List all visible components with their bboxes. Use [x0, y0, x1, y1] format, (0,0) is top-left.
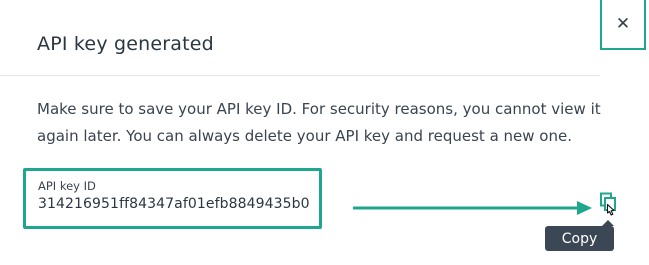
- api-key-label: API key ID: [38, 179, 96, 193]
- modal-title: API key generated: [37, 33, 214, 55]
- copy-button[interactable]: [596, 192, 618, 216]
- copy-tooltip: Copy: [545, 226, 614, 251]
- api-key-value[interactable]: 314216951ff84347af01efb8849435b0: [38, 196, 310, 212]
- copy-icon[interactable]: [596, 192, 618, 216]
- security-message: Make sure to save your API key ID. For s…: [37, 100, 601, 145]
- arrow-annotation: [353, 201, 592, 215]
- close-button[interactable]: ✕: [600, 0, 646, 50]
- api-key-field[interactable]: API key ID 314216951ff84347af01efb884943…: [23, 168, 322, 229]
- api-key-modal: API key generated ✕ Make sure to save yo…: [0, 0, 649, 265]
- close-icon[interactable]: ✕: [616, 15, 630, 33]
- header-divider: [0, 75, 600, 76]
